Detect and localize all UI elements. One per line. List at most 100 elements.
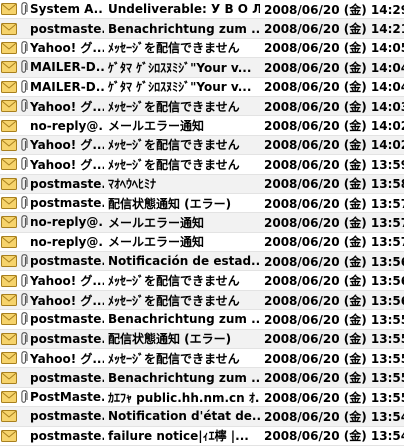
paperclip-icon bbox=[18, 388, 30, 406]
attachment-slot bbox=[18, 117, 30, 135]
attachment-slot bbox=[18, 427, 30, 445]
message-row[interactable]: Yahoo! グ... ﾒｯｾｰｼﾞを配信できません 2008/06/20 (金) … bbox=[0, 290, 404, 311]
message-sender: no-reply@... bbox=[30, 215, 104, 230]
message-subject: failure notice|ｨｴ檸 |... bbox=[108, 429, 249, 444]
message-row[interactable]: System A... Undeliverable: У В О Л ... 200… bbox=[0, 0, 404, 20]
message-sender: postmaste... bbox=[30, 254, 104, 269]
message-row[interactable]: Yahoo! グ... ﾒｯｾｰｼﾞを配信できません 2008/06/20 (金) … bbox=[0, 39, 404, 59]
message-row[interactable]: postmaste... Notificación de estad... 2008… bbox=[0, 252, 404, 272]
message-date: 2008/06/20 (金) 13:55 bbox=[264, 312, 404, 327]
envelope-icon bbox=[0, 349, 18, 367]
paperclip-icon bbox=[18, 136, 30, 154]
message-row[interactable]: postmaste... 配信状態通知 (エラー) 2008/06/20 (金) 1… bbox=[0, 194, 404, 214]
message-row[interactable]: postmaste... ﾏｵﾍｳﾍﾋﾐﾅ 2008/06/20 (金) 13:58 bbox=[0, 174, 404, 194]
envelope-icon bbox=[0, 213, 18, 231]
envelope-icon bbox=[0, 97, 18, 115]
paperclip-icon bbox=[18, 330, 30, 348]
paperclip-icon bbox=[18, 175, 30, 193]
message-date: 2008/06/20 (金) 13:56 bbox=[264, 254, 404, 269]
message-row[interactable]: postmaste... Benachrichtung zum ... 2008/0… bbox=[0, 310, 404, 330]
message-subject: ｹﾞﾀﾏ ｹﾞｼﾛｽﾇﾐｼﾞ"Your v... bbox=[108, 80, 252, 95]
envelope-icon bbox=[0, 175, 18, 193]
message-row[interactable]: PostMaste... ｶｴﾌｬ public.hh.nm.cn ｵ... 200… bbox=[0, 388, 404, 408]
message-date: 2008/06/20 (金) 13:55 bbox=[264, 371, 404, 386]
message-sender: Yahoo! グ... bbox=[30, 274, 104, 289]
message-subject: Undeliverable: У В О Л ... bbox=[108, 2, 260, 17]
message-row[interactable]: Yahoo! グ... ﾒｯｾｰｼﾞを配信できません 2008/06/20 (金) … bbox=[0, 271, 404, 291]
envelope-icon bbox=[0, 407, 18, 425]
message-date: 2008/06/20 (金) 13:55 bbox=[264, 390, 404, 405]
message-date: 2008/06/20 (金) 14:04 bbox=[264, 80, 404, 95]
message-subject: ﾒｯｾｰｼﾞを配信できません bbox=[108, 274, 240, 289]
envelope-icon bbox=[0, 233, 18, 251]
attachment-slot bbox=[18, 233, 30, 251]
message-date: 2008/06/20 (金) 13:56 bbox=[264, 293, 404, 308]
message-date: 2008/06/20 (金) 13:57 bbox=[264, 235, 404, 250]
attachment-slot bbox=[18, 369, 30, 387]
paperclip-icon bbox=[18, 0, 30, 18]
message-subject: ﾏｵﾍｳﾍﾋﾐﾅ bbox=[108, 177, 157, 192]
envelope-icon bbox=[0, 58, 18, 76]
message-list[interactable]: System A... Undeliverable: У В О Л ... 200… bbox=[0, 0, 404, 446]
message-date: 2008/06/20 (金) 13:55 bbox=[264, 351, 404, 366]
envelope-icon bbox=[0, 330, 18, 348]
paperclip-icon bbox=[18, 97, 30, 115]
message-row[interactable]: MAILER-D... ｹﾞﾀﾏ ｹﾞｼﾛｽﾇﾐｼﾞ"Your v... 2008/… bbox=[0, 58, 404, 78]
message-subject: ｶｴﾌｬ public.hh.nm.cn ｵ... bbox=[108, 390, 260, 405]
message-row[interactable]: no-reply@... メールエラー通知 2008/06/20 (金) 14:02 bbox=[0, 116, 404, 136]
message-row[interactable]: Yahoo! グ... ﾒｯｾｰｼﾞを配信できません 2008/06/20 (金) … bbox=[0, 135, 404, 156]
message-subject: Benachrichtung zum ... bbox=[108, 370, 260, 385]
message-sender: postmaste... bbox=[30, 312, 104, 327]
message-sender: Yahoo! グ... bbox=[30, 351, 104, 366]
message-subject: ﾒｯｾｰｼﾞを配信できません bbox=[108, 41, 240, 56]
envelope-icon bbox=[0, 78, 18, 96]
message-row[interactable]: Yahoo! グ... ﾒｯｾｰｼﾞを配信できません 2008/06/20 (金) … bbox=[0, 349, 404, 369]
message-subject: ﾒｯｾｰｼﾞを配信できません bbox=[108, 99, 240, 114]
message-sender: no-reply@... bbox=[30, 234, 104, 249]
paperclip-icon bbox=[18, 194, 30, 212]
message-row[interactable]: MAILER-D... ｹﾞﾀﾏ ｹﾞｼﾛｽﾇﾐｼﾞ"Your v... 2008/… bbox=[0, 78, 404, 97]
message-date: 2008/06/20 (金) 13:59 bbox=[264, 157, 404, 172]
message-row[interactable]: postmaste... Notification d'état de... 200… bbox=[0, 407, 404, 427]
message-date: 2008/06/20 (金) 14:02 bbox=[264, 138, 404, 153]
message-row[interactable]: postmaste... Benachrichtung zum ... 2008/0… bbox=[0, 19, 404, 39]
attachment-slot bbox=[18, 20, 30, 38]
message-sender: Yahoo! グ... bbox=[30, 293, 104, 308]
paperclip-icon bbox=[18, 58, 30, 76]
message-date: 2008/06/20 (金) 13:57 bbox=[264, 196, 404, 211]
message-row[interactable]: Yahoo! グ... ﾒｯｾｰｼﾞを配信できません 2008/06/20 (金) … bbox=[0, 96, 404, 117]
envelope-icon bbox=[0, 252, 18, 270]
message-sender: postmaste... bbox=[30, 409, 104, 424]
message-row[interactable]: postmaste... failure notice|ｨｴ檸 |... 2008/… bbox=[0, 427, 404, 446]
message-subject: Benachrichtung zum ... bbox=[108, 312, 260, 327]
paperclip-icon bbox=[18, 252, 30, 270]
message-sender: Yahoo! グ... bbox=[30, 99, 104, 114]
message-row[interactable]: postmaste... 配信状態通知 (エラー) 2008/06/20 (金) 1… bbox=[0, 329, 404, 350]
message-subject: ﾒｯｾｰｼﾞを配信できません bbox=[108, 351, 240, 366]
message-row[interactable]: postmaste... Benachrichtung zum ... 2008/0… bbox=[0, 368, 404, 388]
envelope-icon bbox=[0, 117, 18, 135]
message-subject: Notification d'état de... bbox=[108, 409, 260, 424]
message-sender: postmaste... bbox=[30, 428, 104, 443]
envelope-icon bbox=[0, 194, 18, 212]
message-subject: ｹﾞﾀﾏ ｹﾞｼﾛｽﾇﾐｼﾞ"Your v... bbox=[108, 60, 252, 75]
paperclip-icon bbox=[18, 155, 30, 173]
message-sender: postmaste... bbox=[30, 21, 104, 36]
envelope-icon bbox=[0, 310, 18, 328]
paperclip-icon bbox=[18, 78, 30, 96]
message-row[interactable]: no-reply@... メールエラー通知 2008/06/20 (金) 13:57 bbox=[0, 233, 404, 253]
message-sender: System A... bbox=[30, 2, 104, 17]
envelope-icon bbox=[0, 0, 18, 18]
message-sender: postmaste... bbox=[30, 196, 104, 211]
envelope-icon bbox=[0, 272, 18, 290]
message-row[interactable]: no-reply@... メールエラー通知 2008/06/20 (金) 13:57 bbox=[0, 213, 404, 233]
message-date: 2008/06/20 (金) 14:03 bbox=[264, 99, 404, 114]
message-sender: MAILER-D... bbox=[30, 60, 104, 75]
envelope-icon bbox=[0, 369, 18, 387]
message-subject: Notificación de estad... bbox=[108, 254, 260, 269]
message-date: 2008/06/20 (金) 14:29 bbox=[264, 2, 404, 17]
paperclip-icon bbox=[18, 213, 30, 231]
message-date: 2008/06/20 (金) 13:54 bbox=[264, 409, 404, 424]
message-row[interactable]: Yahoo! グ... ﾒｯｾｰｼﾞを配信できません 2008/06/20 (金) … bbox=[0, 155, 404, 175]
message-date: 2008/06/20 (金) 13:56 bbox=[264, 274, 404, 289]
